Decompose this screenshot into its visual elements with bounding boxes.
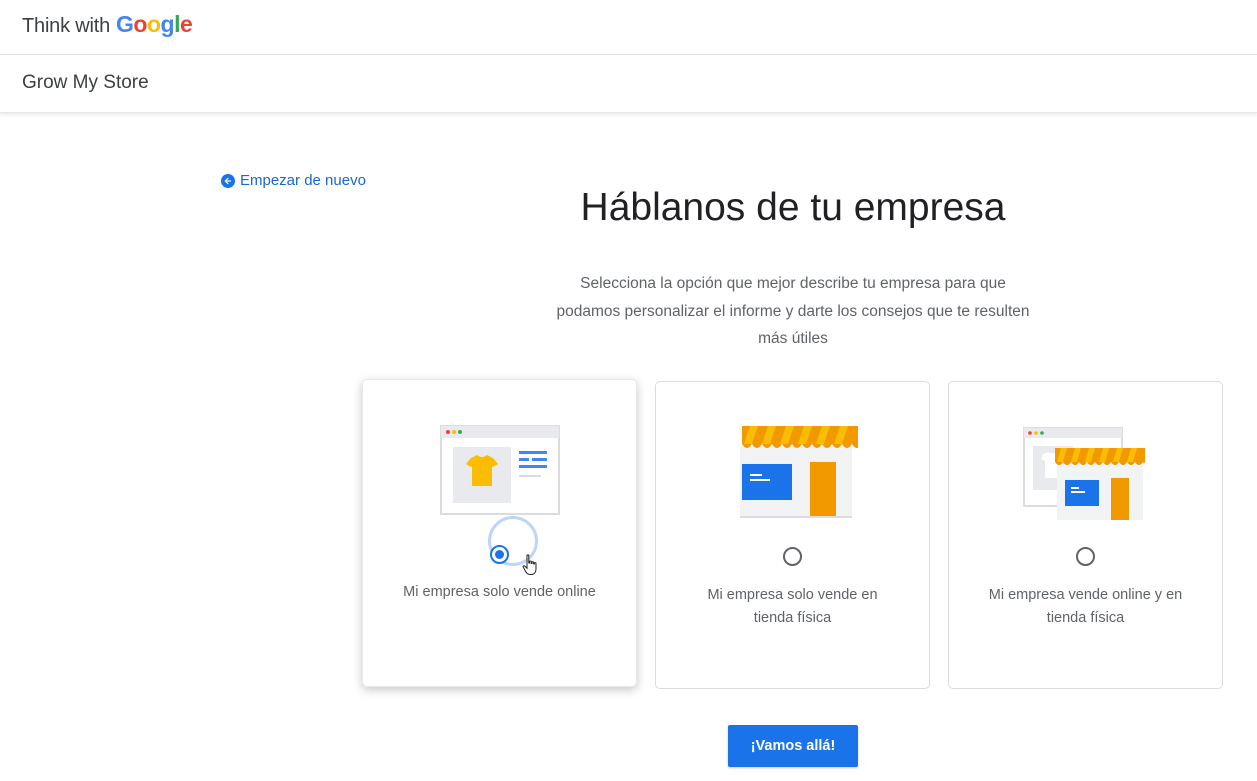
tool-title[interactable]: Grow My Store — [22, 72, 149, 94]
option-label-physical: Mi empresa solo vende en tienda física — [707, 587, 878, 626]
physical-store-illustration — [739, 426, 858, 518]
page-heading: Háblanos de tu empresa — [580, 186, 1006, 229]
hand-pointer-icon — [522, 554, 537, 575]
option-card-hybrid[interactable]: Mi empresa vende online y en tienda físi… — [948, 381, 1223, 689]
submit-button[interactable]: ¡Vamos allá! — [728, 725, 858, 767]
think-with-google-logo[interactable]: Think with Google — [22, 11, 193, 38]
option-radio-hybrid[interactable] — [1076, 547, 1095, 566]
online-and-physical-store-illustration — [1022, 427, 1145, 520]
option-card-physical[interactable]: Mi empresa solo vende en tienda física — [655, 381, 930, 689]
restart-link[interactable]: Empezar de nuevo — [221, 172, 366, 189]
arrow-back-circle-icon — [221, 173, 235, 188]
restart-label: Empezar de nuevo — [240, 172, 366, 189]
online-store-illustration — [439, 425, 560, 515]
option-label-hybrid: Mi empresa vende online y en tienda físi… — [988, 587, 1183, 626]
google-wordmark: Google — [116, 11, 193, 37]
top-bar: Think with Google — [0, 0, 1257, 55]
option-radio-online[interactable] — [490, 545, 509, 564]
sub-header: Grow My Store — [0, 55, 1257, 113]
option-label-online: Mi empresa solo vende online — [403, 584, 596, 600]
brand-prefix: Think with — [22, 15, 111, 37]
option-radio-physical[interactable] — [783, 547, 802, 566]
page-description: Selecciona la opción que mejor describe … — [556, 275, 1030, 347]
option-card-online[interactable]: Mi empresa solo vende online — [362, 379, 637, 687]
